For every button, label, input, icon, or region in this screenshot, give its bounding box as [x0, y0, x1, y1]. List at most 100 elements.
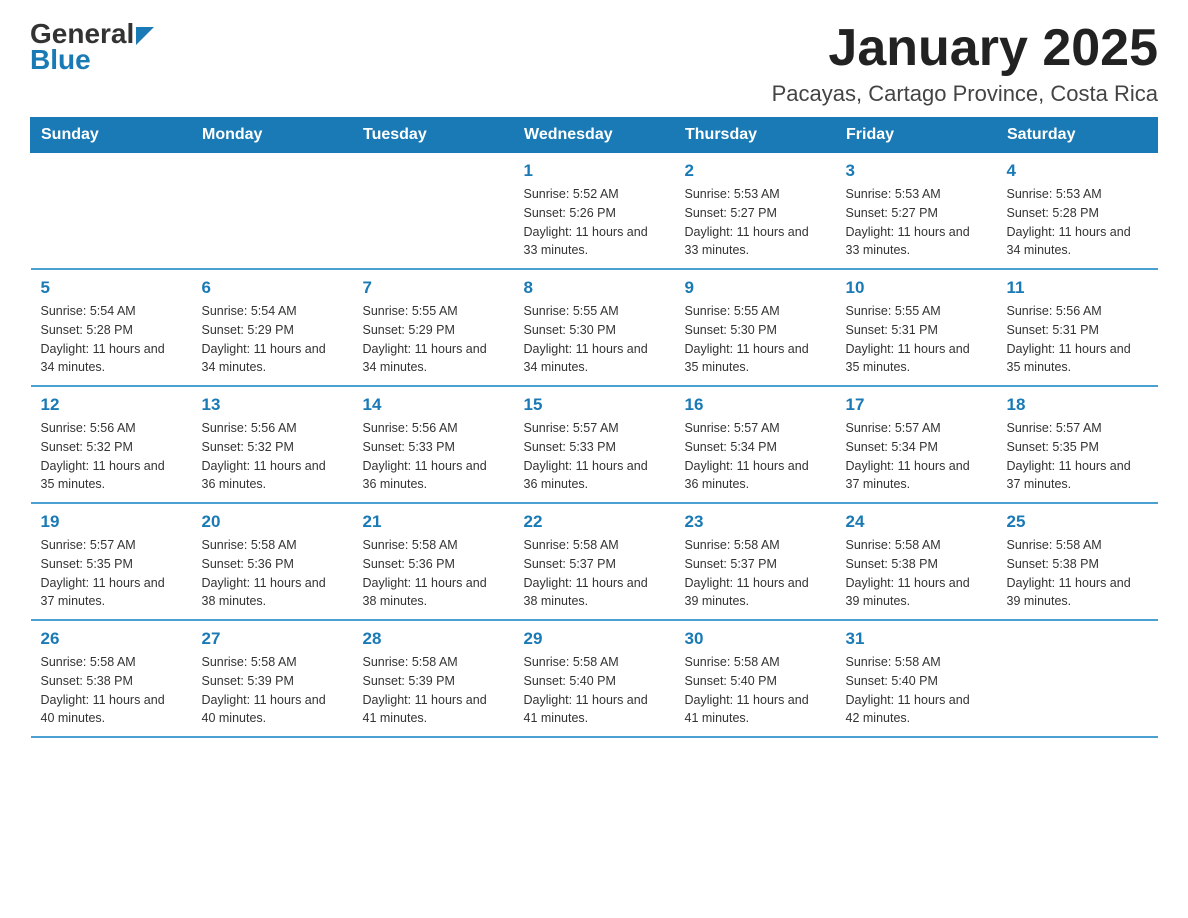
day-info: Sunrise: 5:58 AMSunset: 5:36 PMDaylight:…	[202, 536, 343, 611]
day-info: Sunrise: 5:54 AMSunset: 5:28 PMDaylight:…	[41, 302, 182, 377]
day-number: 10	[846, 278, 987, 298]
day-info: Sunrise: 5:55 AMSunset: 5:31 PMDaylight:…	[846, 302, 987, 377]
calendar-cell: 18 Sunrise: 5:57 AMSunset: 5:35 PMDayligh…	[997, 386, 1158, 503]
calendar-cell: 25Sunrise: 5:58 AMSunset: 5:38 PMDayligh…	[997, 503, 1158, 620]
calendar-cell: 30 Sunrise: 5:58 AMSunset: 5:40 PMDayligh…	[675, 620, 836, 737]
day-number: 30	[685, 629, 826, 649]
day-number: 22	[524, 512, 665, 532]
day-number: 26	[41, 629, 182, 649]
day-info: Sunrise: 5:57 AMSunset: 5:34 PMDaylight:…	[685, 419, 826, 494]
day-info: Sunrise: 5:58 AMSunset: 5:38 PMDaylight:…	[846, 536, 987, 611]
calendar-cell: 24 Sunrise: 5:58 AMSunset: 5:38 PMDayligh…	[836, 503, 997, 620]
calendar-cell: 9 Sunrise: 5:55 AMSunset: 5:30 PMDaylight…	[675, 269, 836, 386]
logo-row2: Blue	[30, 46, 154, 74]
header-tuesday: Tuesday	[353, 118, 514, 153]
week-row-3: 19Sunrise: 5:57 AMSunset: 5:35 PMDayligh…	[31, 503, 1158, 620]
calendar-cell: 4Sunrise: 5:53 AMSunset: 5:28 PMDaylight…	[997, 153, 1158, 270]
day-number: 27	[202, 629, 343, 649]
calendar-cell: 2 Sunrise: 5:53 AMSunset: 5:27 PMDaylight…	[675, 153, 836, 270]
day-info: Sunrise: 5:56 AMSunset: 5:31 PMDaylight:…	[1007, 302, 1148, 377]
day-info: Sunrise: 5:58 AMSunset: 5:37 PMDaylight:…	[685, 536, 826, 611]
page-header: General Blue January 2025 Pacayas, Carta…	[30, 20, 1158, 107]
day-info: Sunrise: 5:52 AMSunset: 5:26 PMDaylight:…	[524, 185, 665, 260]
calendar-cell: 13 Sunrise: 5:56 AMSunset: 5:32 PMDayligh…	[192, 386, 353, 503]
day-number: 24	[846, 512, 987, 532]
day-number: 25	[1007, 512, 1148, 532]
day-info: Sunrise: 5:55 AMSunset: 5:29 PMDaylight:…	[363, 302, 504, 377]
calendar-header-row: SundayMondayTuesdayWednesdayThursdayFrid…	[31, 118, 1158, 153]
day-info: Sunrise: 5:58 AMSunset: 5:36 PMDaylight:…	[363, 536, 504, 611]
week-row-2: 12 Sunrise: 5:56 AMSunset: 5:32 PMDayligh…	[31, 386, 1158, 503]
day-info: Sunrise: 5:58 AMSunset: 5:40 PMDaylight:…	[524, 653, 665, 728]
day-number: 28	[363, 629, 504, 649]
day-number: 9	[685, 278, 826, 298]
calendar-cell: 8 Sunrise: 5:55 AMSunset: 5:30 PMDaylight…	[514, 269, 675, 386]
day-info: Sunrise: 5:57 AMSunset: 5:35 PMDaylight:…	[1007, 419, 1148, 494]
day-number: 14	[363, 395, 504, 415]
day-info: Sunrise: 5:56 AMSunset: 5:33 PMDaylight:…	[363, 419, 504, 494]
day-info: Sunrise: 5:53 AMSunset: 5:27 PMDaylight:…	[846, 185, 987, 260]
header-monday: Monday	[192, 118, 353, 153]
day-info: Sunrise: 5:56 AMSunset: 5:32 PMDaylight:…	[41, 419, 182, 494]
day-number: 13	[202, 395, 343, 415]
calendar-cell: 1Sunrise: 5:52 AMSunset: 5:26 PMDaylight…	[514, 153, 675, 270]
calendar-cell: 10 Sunrise: 5:55 AMSunset: 5:31 PMDayligh…	[836, 269, 997, 386]
day-number: 2	[685, 161, 826, 181]
calendar-cell: 16 Sunrise: 5:57 AMSunset: 5:34 PMDayligh…	[675, 386, 836, 503]
calendar-cell: 15Sunrise: 5:57 AMSunset: 5:33 PMDayligh…	[514, 386, 675, 503]
calendar-cell: 6Sunrise: 5:54 AMSunset: 5:29 PMDaylight…	[192, 269, 353, 386]
calendar-table: SundayMondayTuesdayWednesdayThursdayFrid…	[30, 117, 1158, 738]
day-info: Sunrise: 5:57 AMSunset: 5:34 PMDaylight:…	[846, 419, 987, 494]
logo-triangle-icon	[136, 27, 154, 45]
day-number: 20	[202, 512, 343, 532]
header-saturday: Saturday	[997, 118, 1158, 153]
day-info: Sunrise: 5:55 AMSunset: 5:30 PMDaylight:…	[685, 302, 826, 377]
week-row-1: 5Sunrise: 5:54 AMSunset: 5:28 PMDaylight…	[31, 269, 1158, 386]
day-info: Sunrise: 5:58 AMSunset: 5:40 PMDaylight:…	[685, 653, 826, 728]
calendar-cell: 5Sunrise: 5:54 AMSunset: 5:28 PMDaylight…	[31, 269, 192, 386]
title-block: January 2025 Pacayas, Cartago Province, …	[772, 20, 1158, 107]
day-info: Sunrise: 5:56 AMSunset: 5:32 PMDaylight:…	[202, 419, 343, 494]
day-number: 18	[1007, 395, 1148, 415]
calendar-cell: 26Sunrise: 5:58 AMSunset: 5:38 PMDayligh…	[31, 620, 192, 737]
day-number: 3	[846, 161, 987, 181]
day-number: 7	[363, 278, 504, 298]
day-number: 12	[41, 395, 182, 415]
day-number: 19	[41, 512, 182, 532]
calendar-cell: 17Sunrise: 5:57 AMSunset: 5:34 PMDayligh…	[836, 386, 997, 503]
day-number: 8	[524, 278, 665, 298]
calendar-cell: 7 Sunrise: 5:55 AMSunset: 5:29 PMDaylight…	[353, 269, 514, 386]
week-row-4: 26Sunrise: 5:58 AMSunset: 5:38 PMDayligh…	[31, 620, 1158, 737]
calendar-subtitle: Pacayas, Cartago Province, Costa Rica	[772, 81, 1158, 107]
calendar-cell: 3 Sunrise: 5:53 AMSunset: 5:27 PMDaylight…	[836, 153, 997, 270]
calendar-cell: 21 Sunrise: 5:58 AMSunset: 5:36 PMDayligh…	[353, 503, 514, 620]
day-number: 11	[1007, 278, 1148, 298]
calendar-cell: 12 Sunrise: 5:56 AMSunset: 5:32 PMDayligh…	[31, 386, 192, 503]
calendar-cell	[353, 153, 514, 270]
calendar-cell: 20 Sunrise: 5:58 AMSunset: 5:36 PMDayligh…	[192, 503, 353, 620]
day-info: Sunrise: 5:55 AMSunset: 5:30 PMDaylight:…	[524, 302, 665, 377]
day-info: Sunrise: 5:58 AMSunset: 5:40 PMDaylight:…	[846, 653, 987, 728]
day-number: 21	[363, 512, 504, 532]
day-info: Sunrise: 5:58 AMSunset: 5:37 PMDaylight:…	[524, 536, 665, 611]
day-number: 29	[524, 629, 665, 649]
header-sunday: Sunday	[31, 118, 192, 153]
calendar-cell	[192, 153, 353, 270]
logo-blue-text: Blue	[30, 46, 91, 74]
calendar-cell	[31, 153, 192, 270]
calendar-cell: 29 Sunrise: 5:58 AMSunset: 5:40 PMDayligh…	[514, 620, 675, 737]
calendar-cell	[997, 620, 1158, 737]
day-number: 16	[685, 395, 826, 415]
day-number: 23	[685, 512, 826, 532]
calendar-cell: 22 Sunrise: 5:58 AMSunset: 5:37 PMDayligh…	[514, 503, 675, 620]
day-info: Sunrise: 5:58 AMSunset: 5:39 PMDaylight:…	[363, 653, 504, 728]
calendar-cell: 23 Sunrise: 5:58 AMSunset: 5:37 PMDayligh…	[675, 503, 836, 620]
day-number: 31	[846, 629, 987, 649]
day-info: Sunrise: 5:53 AMSunset: 5:27 PMDaylight:…	[685, 185, 826, 260]
calendar-cell: 28 Sunrise: 5:58 AMSunset: 5:39 PMDayligh…	[353, 620, 514, 737]
calendar-title: January 2025	[772, 20, 1158, 77]
day-number: 6	[202, 278, 343, 298]
week-row-0: 1Sunrise: 5:52 AMSunset: 5:26 PMDaylight…	[31, 153, 1158, 270]
header-friday: Friday	[836, 118, 997, 153]
logo: General Blue	[30, 20, 154, 74]
